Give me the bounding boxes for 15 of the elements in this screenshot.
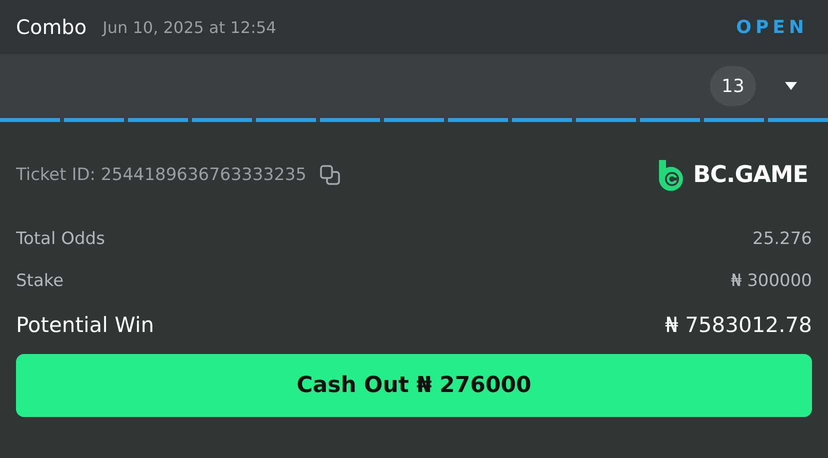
bet-datetime: Jun 10, 2025 at 12:54 (102, 18, 276, 36)
cash-out-button[interactable]: Cash Out ₦ 276000 (16, 354, 812, 417)
copy-icon[interactable] (318, 163, 342, 187)
summary-label: Potential Win (16, 313, 154, 337)
bet-title: Combo (16, 15, 87, 39)
dropdown-caret-icon[interactable] (782, 80, 800, 92)
summary-value: ₦ 7583012.78 (665, 313, 812, 337)
brand-name: BC.GAME (693, 162, 808, 188)
legs-count-badge: 13 (710, 66, 756, 106)
summary-label: Stake (16, 271, 64, 291)
ticket-id: Ticket ID: 2544189636763333235 (16, 165, 306, 185)
summary-value: ₦ 300000 (730, 271, 812, 291)
summary-label: Total Odds (16, 229, 105, 249)
status-label: OPEN (736, 16, 808, 38)
summary-value: 25.276 (752, 229, 812, 249)
